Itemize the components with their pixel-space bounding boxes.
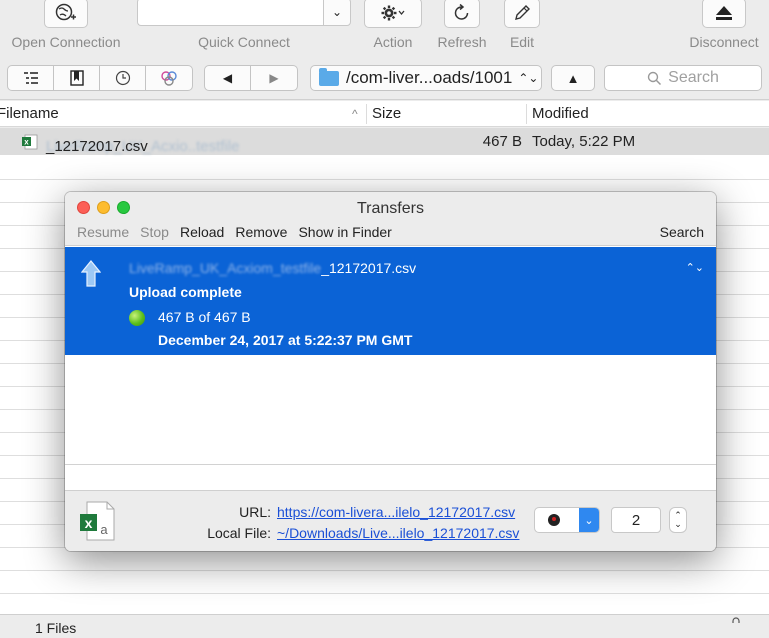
excel-file-icon: x a	[80, 501, 115, 541]
local-file-row: Local File: ~/Downloads/Live...ilelo_1217…	[195, 525, 519, 541]
forward-arrow-icon[interactable]: ▶	[251, 66, 297, 90]
transfers-titlebar: Transfers Resume Stop Reload Remove Show…	[65, 192, 716, 246]
upload-arrow-icon	[81, 260, 101, 287]
file-size: 467 B	[482, 133, 522, 150]
transfer-file-name-blurred: LiveRamp_UK_Acxiom_testfile	[129, 260, 322, 276]
bonjour-icon[interactable]	[146, 66, 192, 90]
quick-connect-input[interactable]	[137, 0, 323, 26]
svg-text:a: a	[100, 522, 108, 537]
lock-icon	[732, 617, 740, 623]
excel-file-icon: x	[22, 134, 38, 150]
globe-plus-icon	[44, 0, 88, 28]
transfer-item[interactable]: LiveRamp_UK_Acxiom_testfile_12172017.csv…	[65, 247, 716, 355]
local-file-label: Local File:	[207, 525, 271, 541]
svg-text:x: x	[24, 138, 29, 147]
column-filename[interactable]: Filename	[0, 105, 59, 122]
refresh-label: Refresh	[437, 34, 487, 50]
transfer-info-panel: x a URL: https://com-livera...ilelo_12172…	[65, 490, 716, 551]
updown-chevron-icon[interactable]: ⌃⌄	[686, 261, 704, 274]
action-button[interactable]: Action	[363, 0, 423, 50]
chevron-down-icon: ⌄	[579, 508, 599, 532]
local-file-link[interactable]: ~/Downloads/Live...ilelo_12172017.csv	[277, 525, 519, 541]
navigation-bar: ◀ ▶ /com-liver...oads/1001 ⌃⌄ ▲ Search	[0, 56, 769, 100]
quicklook-eye-icon	[548, 514, 560, 526]
svg-text:x: x	[85, 515, 93, 531]
complete-status-icon	[129, 310, 145, 326]
transfers-title: Transfers	[357, 200, 424, 217]
toolbar: Open Connection ⌄ Quick Connect Action R…	[0, 0, 769, 56]
search-placeholder: Search	[668, 69, 719, 86]
column-modified[interactable]: Modified	[532, 105, 589, 122]
pencil-icon	[504, 0, 540, 28]
transfers-divider	[65, 464, 716, 465]
search-input[interactable]: Search	[604, 65, 762, 91]
transfers-window: Transfers Resume Stop Reload Remove Show…	[65, 192, 716, 551]
transfer-progress: 467 B of 467 B	[158, 309, 251, 325]
transfer-action-popup[interactable]: ⌄	[534, 507, 600, 533]
connections-field[interactable]: 2	[611, 507, 661, 533]
view-segmented-control	[7, 65, 193, 91]
parent-directory-button[interactable]: ▲	[551, 65, 595, 91]
bookmarks-icon[interactable]	[54, 66, 100, 90]
transfers-search-button[interactable]: Search	[660, 224, 704, 240]
path-popup[interactable]: /com-liver...oads/1001 ⌃⌄	[310, 65, 542, 91]
connections-stepper[interactable]: ⌃ ⌄	[669, 507, 687, 533]
chevron-down-icon[interactable]: ⌄	[323, 0, 351, 26]
file-count: 1 Files	[35, 620, 77, 636]
transfer-file-name-suffix: _12172017.csv	[321, 260, 417, 276]
transfer-date: December 24, 2017 at 5:22:37 PM GMT	[158, 332, 413, 348]
column-header: Filename ^ Size Modified	[0, 101, 769, 127]
folder-icon	[319, 67, 339, 86]
edit-label: Edit	[509, 34, 535, 50]
back-arrow-icon[interactable]: ◀	[205, 66, 252, 90]
path-label: /com-liver...oads/1001	[346, 68, 513, 87]
url-link[interactable]: https://com-livera...ilelo_12172017.csv	[277, 504, 515, 520]
resume-button[interactable]: Resume	[77, 224, 129, 240]
url-row: URL: https://com-livera...ilelo_12172017.…	[195, 504, 515, 520]
reload-button[interactable]: Reload	[180, 224, 224, 240]
action-label: Action	[373, 34, 413, 50]
quick-connect-label: Quick Connect	[198, 34, 290, 50]
transfer-file-name: LiveRamp_UK_Acxiom_testfile_12172017.csv	[129, 260, 416, 276]
outline-view-icon[interactable]	[8, 66, 54, 90]
eject-icon	[702, 0, 746, 28]
updown-chevron-icon: ⌃⌄	[518, 71, 539, 85]
status-bar: 1 Files	[0, 614, 769, 638]
edit-button[interactable]: Edit	[503, 0, 541, 50]
transfers-actions: Resume Stop Reload Remove Show in Finder	[77, 224, 392, 240]
disconnect-label: Disconnect	[689, 34, 759, 50]
history-clock-icon[interactable]	[100, 66, 146, 90]
transfer-status: Upload complete	[129, 284, 242, 300]
refresh-icon	[444, 0, 480, 28]
back-forward-control: ◀ ▶	[204, 65, 298, 91]
column-size[interactable]: Size	[372, 105, 401, 122]
open-connection-label: Open Connection	[11, 34, 121, 50]
sort-ascending-icon: ^	[352, 107, 358, 121]
up-triangle-icon: ▲	[566, 70, 580, 86]
quick-connect-combo[interactable]: ⌄ Quick Connect	[137, 0, 351, 50]
refresh-button[interactable]: Refresh	[433, 0, 491, 50]
table-row[interactable]: x LiveRamp_UK_Acxio..testfile _12172017.c…	[0, 128, 769, 155]
disconnect-button[interactable]: Disconnect	[684, 0, 764, 50]
show-in-finder-button[interactable]: Show in Finder	[298, 224, 391, 240]
remove-button[interactable]: Remove	[235, 224, 287, 240]
file-modified: Today, 5:22 PM	[532, 133, 636, 150]
url-label: URL:	[239, 504, 271, 520]
gear-icon	[364, 0, 422, 28]
search-icon	[647, 71, 662, 85]
stop-button[interactable]: Stop	[140, 224, 169, 240]
file-name-suffix: _12172017.csv	[46, 138, 148, 155]
open-connection-button[interactable]: Open Connection	[6, 0, 126, 50]
